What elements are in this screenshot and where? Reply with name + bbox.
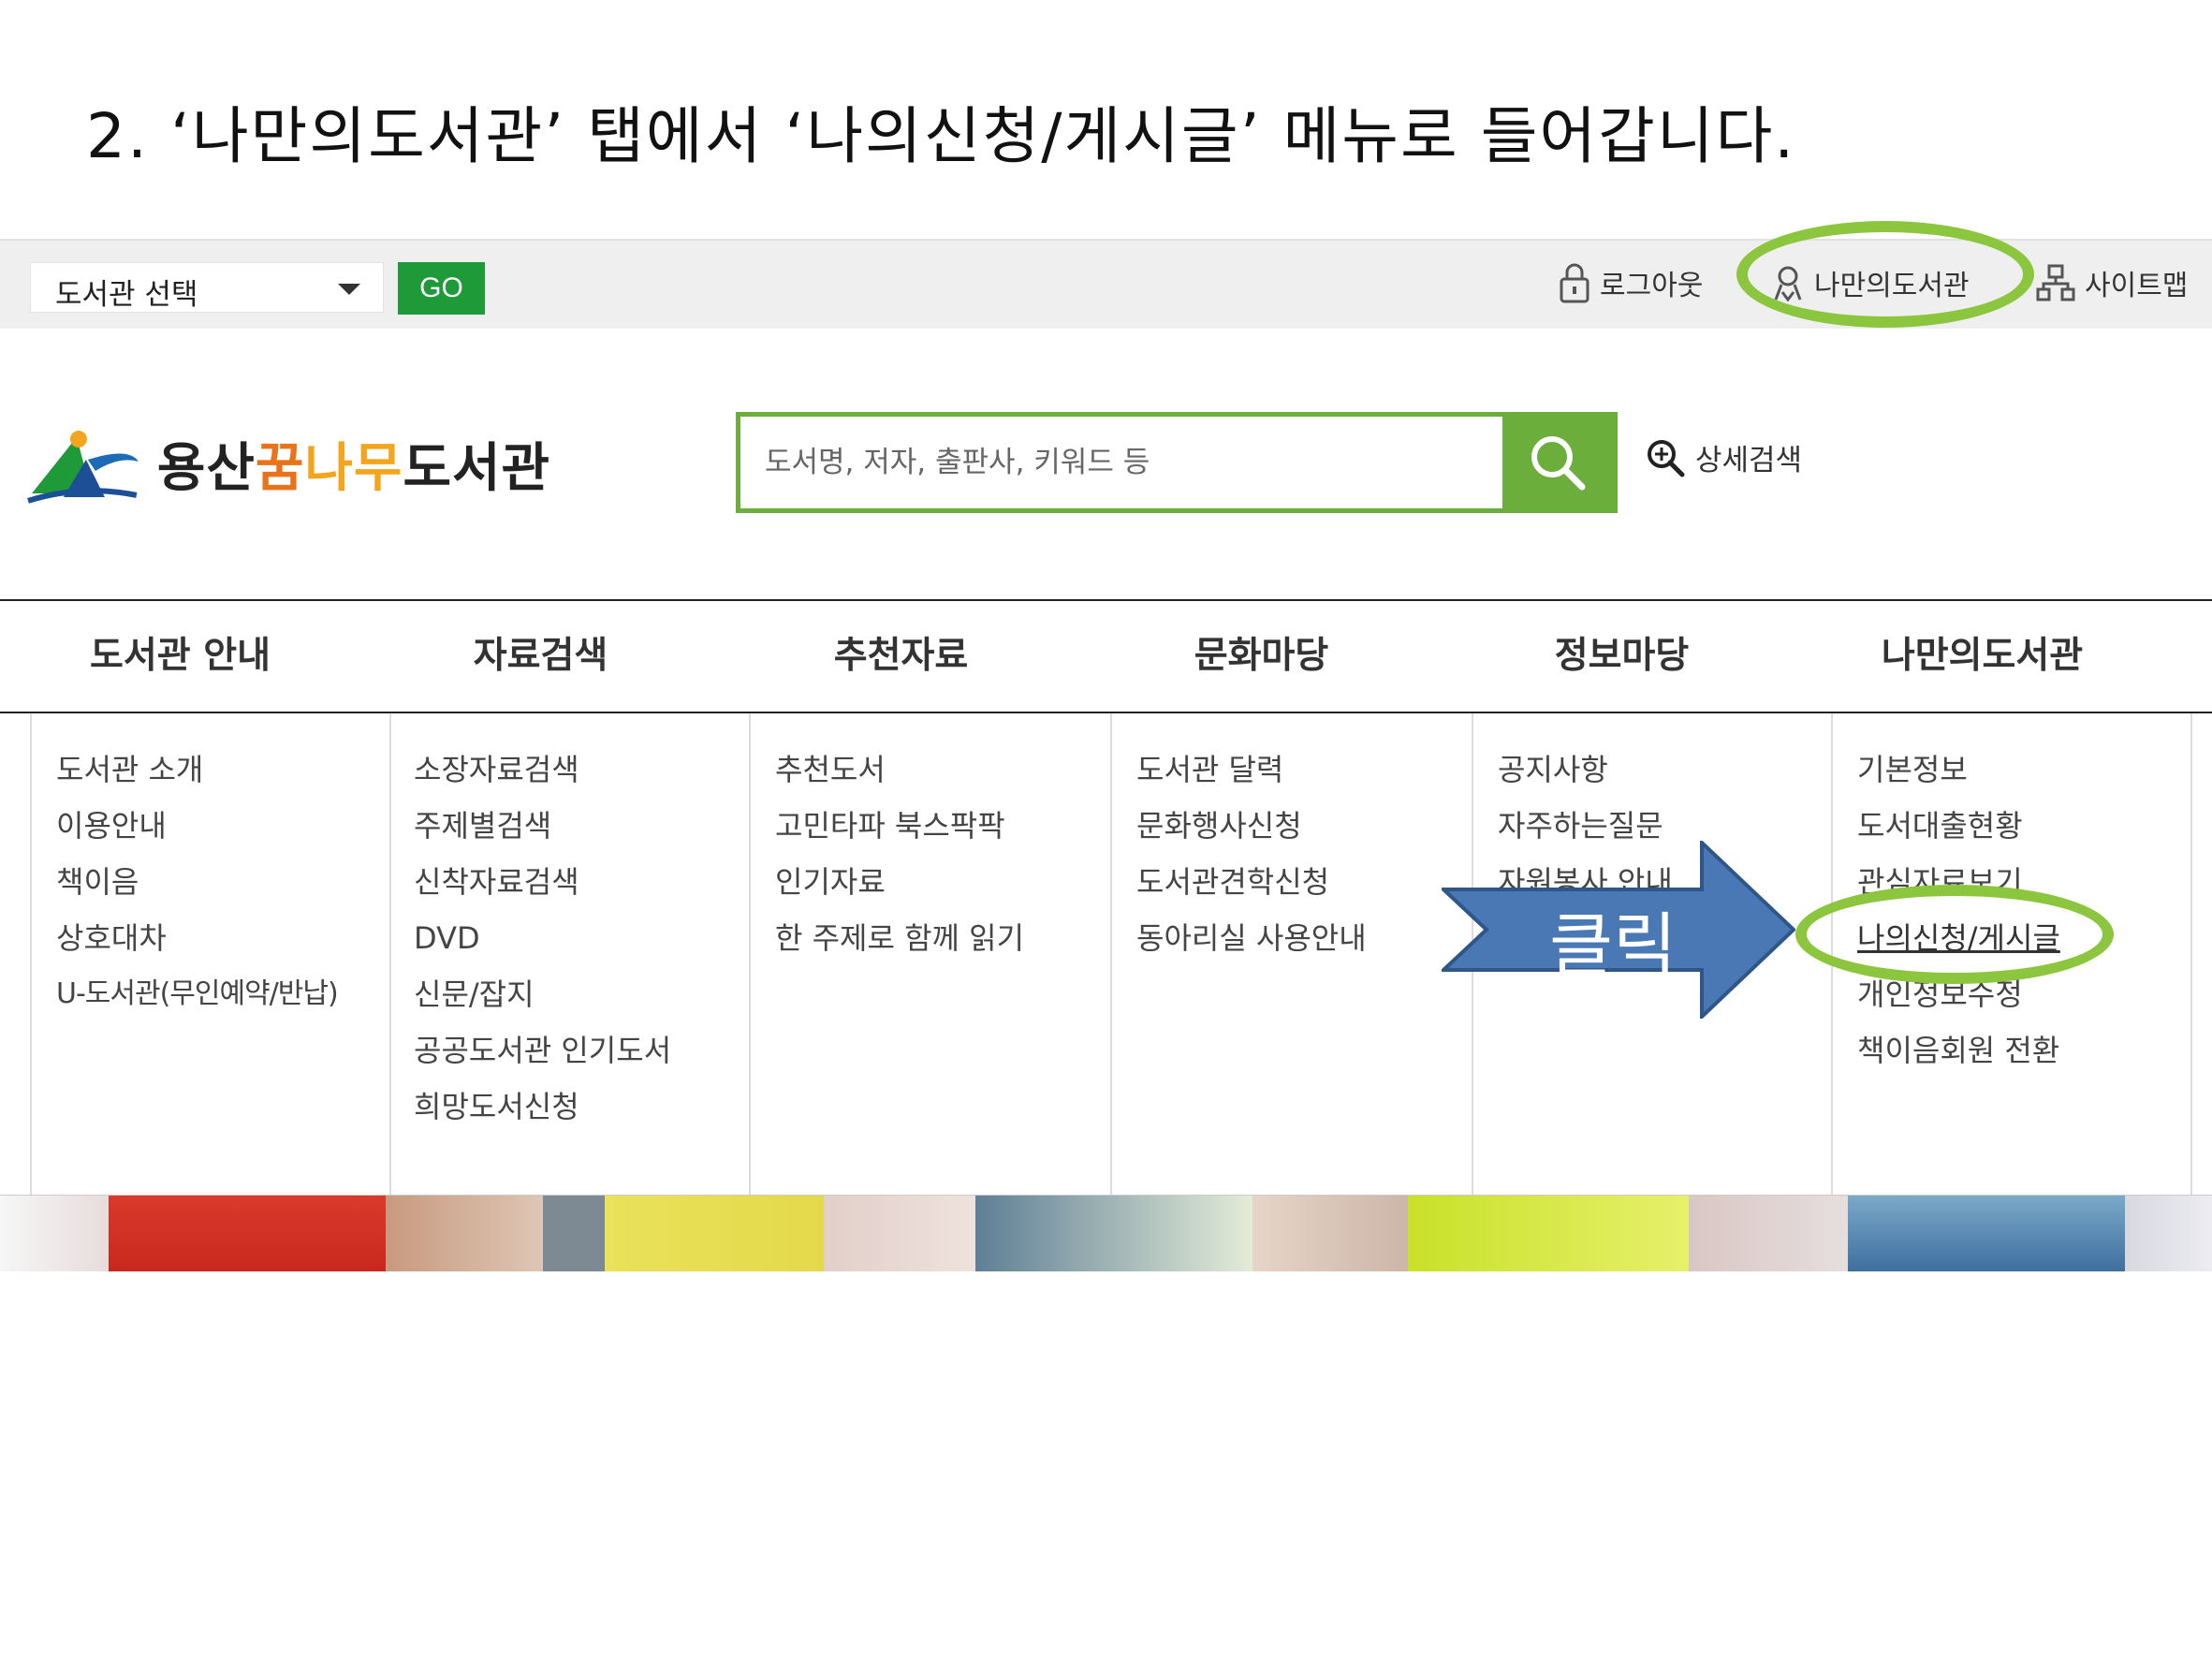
logo-text: 용산꿈나무도서관 xyxy=(157,426,550,502)
menu-column-recommended: 추천도서 고민타파 북스팍팍 인기자료 한 주제로 함께 읽기 xyxy=(749,713,1110,1195)
menu-item[interactable]: 상호대차 xyxy=(56,910,389,966)
menu-item[interactable]: 공공도서관 인기도서 xyxy=(414,1022,749,1079)
book-cover[interactable] xyxy=(975,1196,1252,1271)
menu-item[interactable]: 소장자료검색 xyxy=(414,741,749,798)
sitemap-icon xyxy=(2036,264,2075,301)
menu-item[interactable]: 도서관견학신청 xyxy=(1136,854,1472,910)
nav-culture[interactable]: 문화마당 xyxy=(1081,601,1442,712)
sitemap-link[interactable]: 사이트맵 xyxy=(2036,259,2188,306)
menu-item[interactable]: 추천도서 xyxy=(775,741,1110,798)
logo-emblem-icon xyxy=(27,431,139,504)
chevron-down-icon xyxy=(338,284,360,295)
library-select-value: 도서관 선택 xyxy=(55,278,198,312)
menu-item[interactable]: 동아리실 사용안내 xyxy=(1136,910,1472,966)
advanced-search-label: 상세검색 xyxy=(1695,444,1803,477)
book-cover[interactable] xyxy=(386,1196,543,1271)
menu-item[interactable]: 도서대출현황 xyxy=(1857,798,2190,854)
menu-item[interactable]: 인기자료 xyxy=(775,854,1110,910)
library-select[interactable]: 도서관 선택 xyxy=(30,262,384,313)
instruction-heading: 2. ‘나만의도서관’ 탭에서 ‘나의신청/게시글’ 메뉴로 들어갑니다. xyxy=(86,100,1796,172)
book-cover[interactable] xyxy=(824,1196,975,1271)
main-nav: 도서관 안내 자료검색 추천자료 문화마당 정보마당 나만의도서관 xyxy=(0,599,2212,713)
menu-column-search: 소장자료검색 주제별검색 신착자료검색 DVD 신문/잡지 공공도서관 인기도서… xyxy=(389,713,749,1195)
logo-part-2: 꿈 xyxy=(255,437,305,499)
menu-item[interactable]: 기본정보 xyxy=(1857,741,2190,798)
logo-part-4: 도서관 xyxy=(403,437,550,499)
menu-item[interactable]: 도서관 달력 xyxy=(1136,741,1472,798)
lock-icon xyxy=(1560,263,1589,303)
nav-search[interactable]: 자료검색 xyxy=(360,601,721,712)
search-button[interactable] xyxy=(1502,417,1613,508)
menu-item[interactable]: 이용안내 xyxy=(56,798,389,854)
book-cover[interactable] xyxy=(1252,1196,1408,1271)
book-cover[interactable] xyxy=(0,1196,109,1271)
menu-item[interactable]: 신착자료검색 xyxy=(414,854,749,910)
search-box xyxy=(736,412,1618,513)
nav-library-guide[interactable]: 도서관 안내 xyxy=(0,601,360,712)
highlight-ring-my-requests xyxy=(1795,885,2114,984)
advanced-search-link[interactable]: 상세검색 xyxy=(1645,436,1802,478)
menu-item[interactable]: 공지사항 xyxy=(1498,741,1831,798)
menu-item[interactable]: U-도서관(무인예약/반납) xyxy=(56,966,389,1022)
book-cover[interactable] xyxy=(1689,1196,1848,1271)
book-cover[interactable] xyxy=(2125,1196,2212,1271)
menu-column-culture: 도서관 달력 문화행사신청 도서관견학신청 동아리실 사용안내 xyxy=(1110,713,1472,1195)
logo-part-1: 용산 xyxy=(156,437,256,499)
menu-item[interactable]: 신문/잡지 xyxy=(414,966,749,1022)
menu-item[interactable]: 고민타파 북스팍팍 xyxy=(775,798,1110,854)
book-cover-strip xyxy=(0,1195,2212,1271)
logo-part-3: 나무 xyxy=(304,437,403,499)
book-cover[interactable] xyxy=(543,1196,824,1271)
highlight-ring-my-library xyxy=(1736,221,2034,328)
book-cover[interactable] xyxy=(1848,1196,2125,1271)
search-icon xyxy=(1531,436,1586,491)
nav-my-library[interactable]: 나만의도서관 xyxy=(1802,601,2162,712)
menu-item[interactable]: 주제별검색 xyxy=(414,798,749,854)
sitemap-label: 사이트맵 xyxy=(2085,270,2189,302)
book-cover[interactable] xyxy=(109,1196,386,1271)
menu-item[interactable]: 도서관 소개 xyxy=(56,741,389,798)
menu-item[interactable]: 희망도서신청 xyxy=(414,1079,749,1135)
nav-recommended[interactable]: 추천자료 xyxy=(721,601,1081,712)
logout-label: 로그아웃 xyxy=(1600,270,1704,302)
library-logo[interactable]: 용산꿈나무도서관 xyxy=(26,417,550,510)
logout-link[interactable]: 로그아웃 xyxy=(1559,259,1703,306)
menu-item[interactable]: 한 주제로 함께 읽기 xyxy=(775,910,1110,966)
zoom-in-icon xyxy=(1648,439,1685,477)
go-button[interactable]: GO xyxy=(398,262,485,315)
menu-item[interactable]: 책이음회원 전환 xyxy=(1857,1022,2190,1079)
menu-column-library-guide: 도서관 소개 이용안내 책이음 상호대차 U-도서관(무인예약/반납) xyxy=(30,713,389,1195)
click-label: 클릭 xyxy=(1549,905,1677,986)
menu-item[interactable]: 책이음 xyxy=(56,854,389,910)
search-input[interactable] xyxy=(740,417,1508,508)
nav-info[interactable]: 정보마당 xyxy=(1442,601,1802,712)
menu-item[interactable]: DVD xyxy=(414,910,749,966)
book-cover[interactable] xyxy=(1408,1196,1689,1271)
menu-item[interactable]: 문화행사신청 xyxy=(1136,798,1472,854)
